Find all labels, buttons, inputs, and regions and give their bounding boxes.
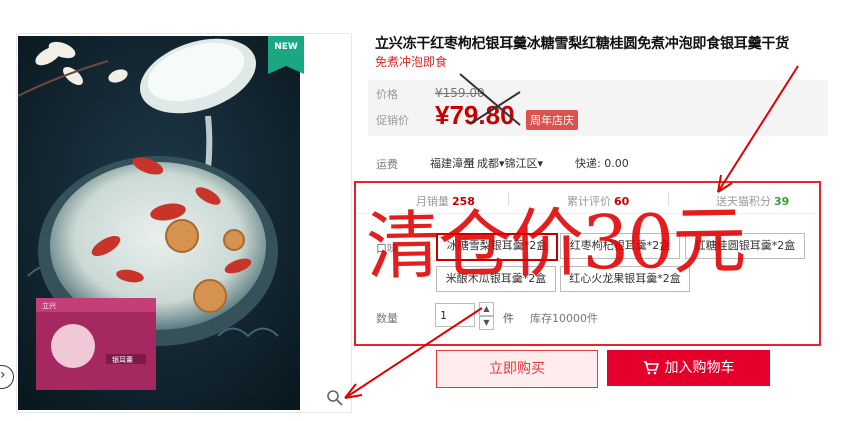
shipping-label: 运费 — [376, 158, 398, 171]
shipping-fee: 快递: 0.00 — [575, 157, 629, 170]
buy-now-label: 立即购买 — [489, 361, 545, 377]
cart-icon — [643, 361, 659, 375]
product-subtitle: 免煮冲泡即食 — [375, 55, 448, 69]
prev-image-arrow-icon[interactable]: › — [0, 365, 14, 389]
promo-price: ¥79.80 — [435, 100, 515, 130]
product-image[interactable]: 银耳羹 立兴 — [18, 36, 300, 410]
product-title: 立兴冻干红枣枸杞银耳羹冰糖雪梨红糖桂圆免煮冲泡即食银耳羹干货 — [375, 36, 789, 52]
annotation-handwritten-text: 清仓价30元 — [365, 197, 746, 291]
original-price-label: 价格 — [376, 88, 398, 101]
package-brand: 立兴 — [42, 301, 56, 310]
shipping-destination-select[interactable]: 成都▾锦江区▾ — [477, 155, 543, 171]
add-to-cart-button[interactable]: 加入购物车 — [607, 350, 770, 386]
add-to-cart-label: 加入购物车 — [664, 360, 735, 376]
zoom-icon[interactable] — [326, 389, 344, 407]
new-badge-label: NEW — [274, 42, 298, 52]
promo-tag: 周年店庆 — [526, 110, 578, 130]
new-badge: NEW — [268, 36, 304, 74]
package-label: 银耳羹 — [112, 355, 133, 364]
original-price: ¥159.00 — [435, 86, 485, 100]
buy-now-button[interactable]: 立即购买 — [436, 350, 598, 388]
shipping-to-word: 至 — [464, 157, 475, 170]
promo-price-label: 促销价 — [376, 114, 409, 127]
